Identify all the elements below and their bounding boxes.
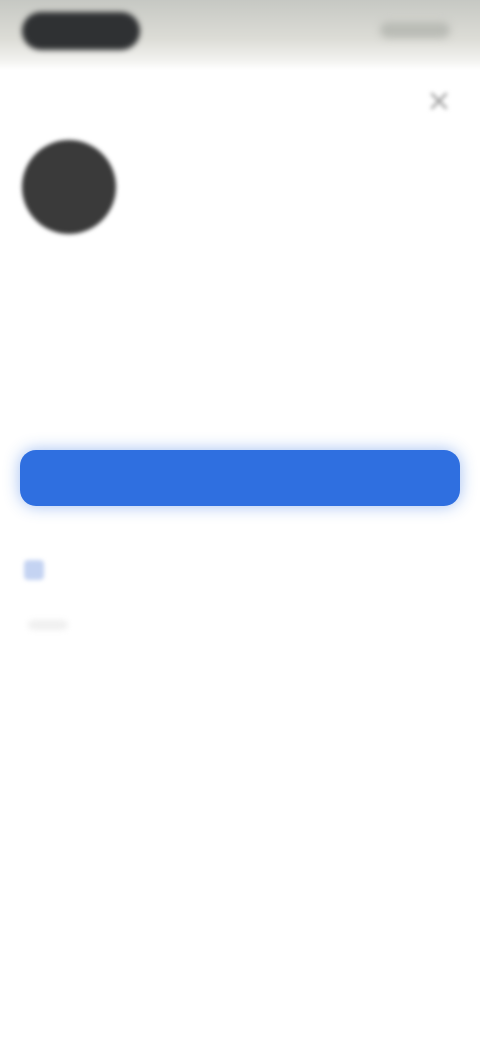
status-bar bbox=[0, 0, 480, 70]
consent-checkbox[interactable] bbox=[24, 560, 44, 580]
consent-row[interactable] bbox=[24, 556, 60, 584]
footer-placeholder bbox=[28, 620, 68, 630]
status-indicators bbox=[380, 22, 450, 38]
close-icon bbox=[430, 92, 448, 110]
avatar bbox=[22, 140, 116, 234]
primary-action-button[interactable] bbox=[20, 450, 460, 506]
menu-item-3[interactable] bbox=[28, 350, 288, 394]
status-time bbox=[22, 12, 140, 50]
profile-subtitle bbox=[140, 192, 210, 210]
menu-item-1[interactable] bbox=[28, 262, 288, 306]
menu-item-4[interactable] bbox=[28, 394, 288, 438]
profile-name bbox=[136, 158, 326, 180]
menu-item-2[interactable] bbox=[28, 306, 288, 350]
close-button[interactable] bbox=[424, 86, 454, 116]
menu-list bbox=[28, 262, 288, 438]
